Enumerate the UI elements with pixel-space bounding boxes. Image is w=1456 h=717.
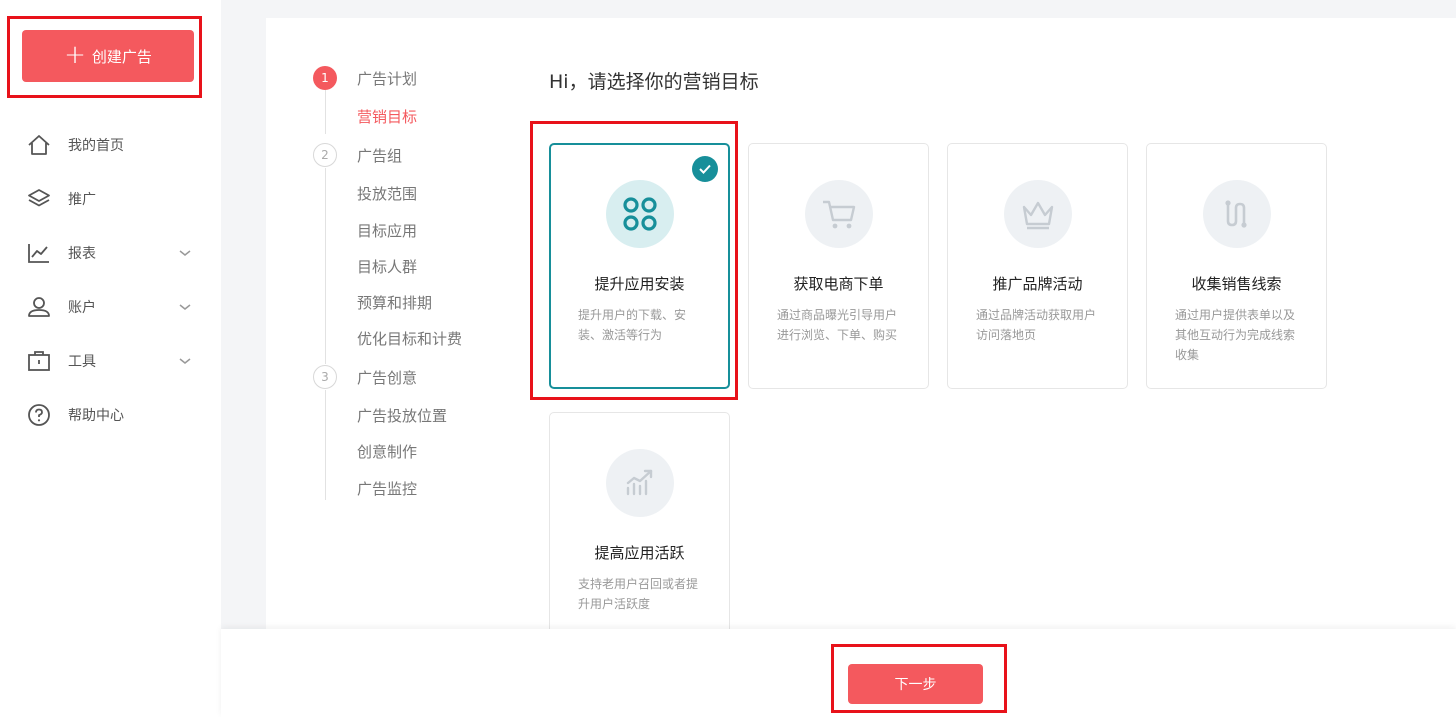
sidebar-item-account[interactable]: 账户 [0, 280, 221, 334]
sidebar-item-label: 账户 [68, 300, 96, 316]
create-ad-button[interactable]: + 创建广告 [22, 30, 194, 82]
sidebar-item-help[interactable]: 帮助中心 [0, 388, 221, 442]
sidebar-item-label: 推广 [68, 192, 96, 208]
sidebar-item-tools[interactable]: 工具 [0, 334, 221, 388]
toolbox-icon [26, 348, 52, 374]
step-connector [325, 168, 326, 364]
step-connector [325, 90, 326, 134]
step-number-3: 3 [313, 365, 337, 389]
step-target-audience[interactable]: 目标人群 [357, 256, 417, 277]
home-icon [26, 132, 52, 158]
goal-card-app-activity[interactable]: 提高应用活跃 支持老用户召回或者提升用户活跃度 [549, 412, 730, 652]
chevron-down-icon[interactable] [178, 354, 192, 370]
help-icon [26, 402, 52, 428]
sidebar-item-label: 工具 [68, 354, 96, 370]
card-description: 通过品牌活动获取用户访问落地页 [976, 308, 1097, 342]
step-number-1: 1 [313, 66, 337, 90]
chevron-down-icon[interactable] [178, 246, 192, 262]
card-description: 提升用户的下载、安装、激活等行为 [578, 308, 687, 342]
goal-card-brand-campaign[interactable]: 推广品牌活动 通过品牌活动获取用户访问落地页 [947, 143, 1128, 389]
card-title: 提升应用安装 [594, 275, 685, 293]
step-budget-schedule[interactable]: 预算和排期 [357, 292, 432, 313]
app-grid-icon [606, 180, 674, 248]
sidebar-nav: 我的首页 推广 报表 账户 工具 帮助中心 [0, 118, 221, 442]
sidebar-item-label: 我的首页 [68, 138, 124, 154]
step-ad-creative[interactable]: 广告创意 [357, 367, 417, 388]
step-ad-placement[interactable]: 广告投放位置 [357, 405, 447, 426]
chart-icon [26, 240, 52, 266]
step-ad-group[interactable]: 广告组 [357, 145, 402, 166]
card-title: 收集销售线索 [1191, 275, 1282, 293]
sidebar-item-label: 报表 [68, 246, 96, 262]
step-optimization-billing[interactable]: 优化目标和计费 [357, 328, 462, 349]
step-ad-plan[interactable]: 广告计划 [357, 68, 417, 89]
goal-card-sales-leads[interactable]: 收集销售线索 通过用户提供表单以及其他互动行为完成线索收集 [1146, 143, 1327, 389]
goal-card-ecommerce-order[interactable]: 获取电商下单 通过商品曝光引导用户进行浏览、下单、购买 [748, 143, 929, 389]
footer-bar [221, 629, 1456, 717]
step-marketing-goal[interactable]: 营销目标 [357, 106, 417, 127]
sidebar-item-reports[interactable]: 报表 [0, 226, 221, 280]
card-title: 推广品牌活动 [992, 275, 1083, 293]
create-ad-label: 创建广告 [91, 47, 152, 66]
step-connector [325, 390, 326, 500]
card-description: 通过商品曝光引导用户进行浏览、下单、购买 [777, 308, 898, 342]
card-title: 获取电商下单 [793, 275, 884, 293]
page-title: Hi，请选择你的营销目标 [549, 71, 759, 93]
card-description: 通过用户提供表单以及其他互动行为完成线索收集 [1175, 308, 1296, 362]
goal-card-app-install[interactable]: 提升应用安装 提升用户的下载、安装、激活等行为 [549, 143, 730, 389]
growth-chart-icon [606, 449, 674, 517]
card-description: 支持老用户召回或者提升用户活跃度 [578, 577, 699, 611]
next-step-button[interactable]: 下一步 [848, 664, 983, 704]
route-icon [1203, 180, 1271, 248]
sidebar-item-label: 帮助中心 [68, 408, 124, 424]
check-icon [692, 156, 718, 182]
step-number-2: 2 [313, 143, 337, 167]
plus-icon: + [64, 39, 86, 70]
step-delivery-range[interactable]: 投放范围 [357, 183, 417, 204]
step-ad-monitoring[interactable]: 广告监控 [357, 478, 417, 499]
sidebar: + 创建广告 我的首页 推广 报表 账户 工具 帮助中心 [0, 0, 221, 717]
sidebar-item-promote[interactable]: 推广 [0, 172, 221, 226]
chevron-down-icon[interactable] [178, 300, 192, 316]
cart-icon [805, 180, 873, 248]
sidebar-item-home[interactable]: 我的首页 [0, 118, 221, 172]
user-icon [26, 294, 52, 320]
layers-icon [26, 186, 52, 212]
step-creative-production[interactable]: 创意制作 [357, 441, 417, 462]
card-title: 提高应用活跃 [594, 544, 685, 562]
crown-icon [1004, 180, 1072, 248]
step-target-app[interactable]: 目标应用 [357, 220, 417, 241]
